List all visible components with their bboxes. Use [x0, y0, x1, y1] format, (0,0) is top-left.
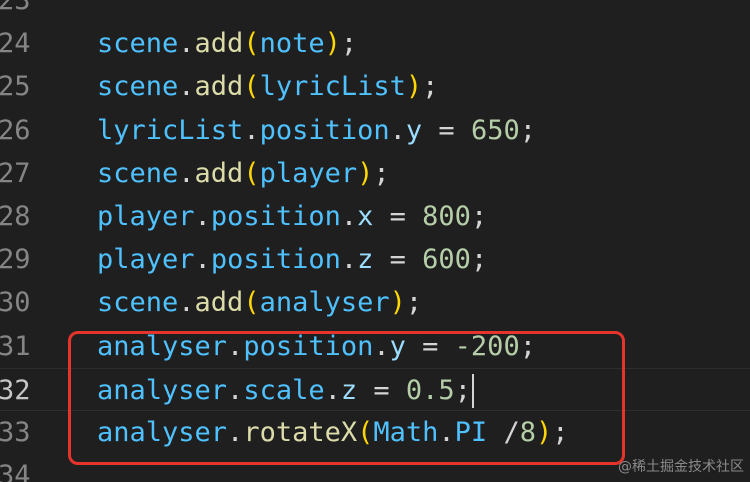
code-token: position: [210, 201, 341, 232]
line-number: 25: [0, 71, 31, 103]
line-number: 32: [0, 374, 31, 406]
code-token: =: [373, 244, 423, 276]
code-token: ): [405, 71, 423, 103]
code-token: .: [178, 71, 195, 103]
code-token: lyricList: [259, 71, 406, 103]
code-line[interactable]: 29 player.position.z = 600;: [0, 238, 750, 281]
code-token: .: [340, 244, 358, 276]
code-line[interactable]: 26 lyricList.position.y = 650;: [0, 109, 750, 152]
code-token: ;: [422, 71, 439, 103]
watermark: @稀土掘金技术社区: [618, 459, 744, 475]
code-text[interactable]: player.position.x = 800;: [97, 195, 487, 238]
code-token: ): [357, 157, 374, 189]
code-token: .: [194, 244, 211, 276]
code-token: x: [357, 201, 374, 232]
code-line[interactable]: 25 scene.add(lyricList);: [0, 65, 750, 108]
code-token: ;: [470, 244, 488, 276]
code-token: (: [243, 28, 260, 60]
code-token: add: [194, 71, 244, 103]
line-number: 29: [0, 244, 31, 276]
line-number: 27: [0, 157, 31, 189]
code-token: 650: [470, 114, 520, 146]
code-text[interactable]: scene.add(player);: [97, 152, 390, 195]
line-number: 23: [0, 0, 31, 16]
code-token: ;: [340, 28, 358, 60]
code-token: note: [259, 28, 325, 60]
code-line[interactable]: 23: [0, 0, 750, 22]
code-token: .: [178, 28, 195, 60]
code-token: scene: [97, 287, 179, 319]
code-token: ): [324, 28, 341, 60]
line-number: 24: [0, 28, 31, 60]
code-token: .: [340, 201, 358, 232]
code-token: .: [178, 287, 195, 319]
line-number: 30: [0, 287, 31, 319]
code-token: (: [243, 287, 260, 319]
code-token: (: [243, 71, 260, 103]
code-token: 800: [422, 201, 471, 232]
code-line[interactable]: 28 player.position.x = 800;: [0, 195, 750, 238]
code-token: 600: [422, 244, 471, 276]
code-token: .: [178, 157, 195, 189]
code-token: (: [243, 157, 260, 189]
code-text[interactable]: scene.add(lyricList);: [97, 65, 438, 108]
code-text[interactable]: lyricList.position.y = 650;: [97, 109, 536, 152]
code-text[interactable]: player.position.z = 600;: [97, 238, 487, 281]
line-number: 34: [0, 460, 31, 482]
code-token: ;: [519, 114, 536, 146]
code-token: ;: [405, 287, 423, 319]
code-token: y: [405, 114, 423, 146]
code-token: =: [373, 201, 423, 232]
code-line[interactable]: 30 scene.add(analyser);: [0, 281, 750, 324]
code-editor[interactable]: 34 33 analyser.rotateX(Math.PI /8); 32 analy…: [0, 0, 750, 482]
code-token: analyser: [259, 287, 390, 319]
line-number: 26: [0, 114, 31, 146]
code-token: scene: [97, 71, 179, 103]
code-token: position: [259, 114, 390, 146]
code-token: player: [259, 157, 358, 189]
code-token: z: [357, 244, 374, 276]
code-token: player: [97, 244, 195, 276]
code-token: scene: [97, 28, 179, 60]
line-number: 28: [0, 201, 31, 232]
code-token: ;: [470, 201, 488, 232]
code-token: =: [422, 114, 471, 146]
code-line[interactable]: 27 scene.add(player);: [0, 152, 750, 195]
code-token: add: [194, 287, 244, 319]
line-number: 33: [0, 417, 31, 448]
code-token: .: [243, 114, 260, 146]
code-token: add: [194, 28, 244, 60]
code-text[interactable]: scene.add(analyser);: [97, 281, 422, 324]
code-token: position: [210, 244, 341, 276]
code-token: lyricList: [97, 114, 244, 146]
code-line[interactable]: 24 scene.add(note);: [0, 22, 750, 65]
code-token: player: [97, 201, 195, 232]
highlight-annotation-box: [68, 331, 625, 465]
line-number: 31: [0, 330, 31, 362]
code-token: add: [194, 157, 244, 189]
code-token: .: [389, 114, 406, 146]
code-token: scene: [97, 157, 179, 189]
code-token: ): [389, 287, 406, 319]
code-token: ;: [373, 157, 390, 189]
code-token: .: [194, 201, 211, 232]
code-text[interactable]: scene.add(note);: [97, 22, 357, 65]
